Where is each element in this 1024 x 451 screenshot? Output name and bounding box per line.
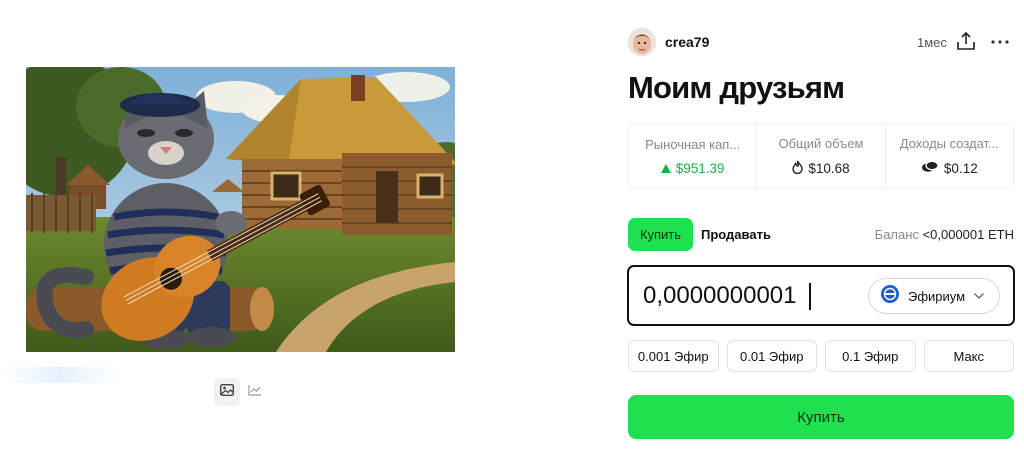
ethereum-icon — [880, 284, 900, 309]
more-horizontal-icon — [988, 39, 1012, 56]
caption-placeholder — [0, 367, 120, 383]
post-header: crea79 1мес — [628, 28, 1014, 58]
stat-value: $10.68 — [792, 160, 850, 177]
volume-value: $10.68 — [808, 160, 850, 176]
post-image[interactable] — [26, 67, 455, 352]
more-options-button[interactable] — [988, 30, 1012, 52]
share-button[interactable] — [955, 30, 977, 52]
stat-label: Рыночная кап... — [645, 136, 741, 152]
amount-input[interactable] — [643, 280, 863, 312]
chart-icon — [248, 383, 262, 401]
trade-tabs: Купить Продавать Баланс <0,000001 ETH — [628, 218, 1014, 251]
balance: Баланс <0,000001 ETH — [875, 227, 1014, 242]
creator-earnings-value: $0.12 — [943, 160, 978, 176]
coins-icon — [921, 160, 939, 176]
stat-total-volume: Общий объем $10.68 — [757, 124, 886, 188]
preset-0-1-eth[interactable]: 0.1 Эфир — [825, 340, 916, 372]
market-cap-value: $951.39 — [675, 160, 725, 176]
token-stats: Рыночная кап... $951.39 Общий объем $10.… — [628, 123, 1014, 189]
username[interactable]: crea79 — [665, 34, 709, 50]
stat-creator-earnings: Доходы создат... $0.12 — [886, 124, 1013, 188]
cat-guitar-painting — [26, 67, 455, 352]
preset-0-001-eth[interactable]: 0.001 Эфир — [628, 340, 719, 372]
avatar[interactable] — [628, 28, 656, 56]
post-time: 1мес — [917, 35, 947, 50]
stat-label: Общий объем — [778, 135, 864, 151]
currency-label: Эфириум — [908, 288, 966, 304]
buy-button[interactable]: Купить — [628, 395, 1014, 439]
stat-value: $951.39 — [660, 160, 725, 176]
text-caret — [809, 283, 811, 310]
fire-icon — [792, 160, 804, 177]
tab-buy[interactable]: Купить — [628, 218, 693, 251]
chart-view-button[interactable] — [242, 378, 268, 406]
preset-0-01-eth[interactable]: 0.01 Эфир — [726, 340, 817, 372]
stat-market-cap: Рыночная кап... $951.39 — [629, 124, 758, 188]
stat-label: Доходы создат... — [899, 136, 999, 151]
stat-value: $0.12 — [921, 160, 978, 176]
chevron-down-icon — [973, 287, 985, 305]
share-icon — [955, 31, 977, 56]
post-title: Моим друзьям — [628, 70, 845, 105]
tab-sell[interactable]: Продавать — [701, 227, 771, 242]
media-view-toggle — [214, 378, 268, 406]
currency-select[interactable]: Эфириум — [868, 278, 1000, 314]
preset-max[interactable]: Макс — [923, 340, 1014, 372]
triangle-up-icon — [660, 161, 671, 176]
balance-label: Баланс — [874, 227, 919, 242]
image-icon — [220, 383, 234, 401]
amount-presets: 0.001 Эфир 0.01 Эфир 0.1 Эфир Макс — [628, 340, 1014, 372]
image-view-button[interactable] — [214, 378, 240, 406]
amount-field[interactable]: Эфириум — [627, 265, 1015, 326]
balance-value: <0,000001 ETH — [922, 227, 1014, 242]
